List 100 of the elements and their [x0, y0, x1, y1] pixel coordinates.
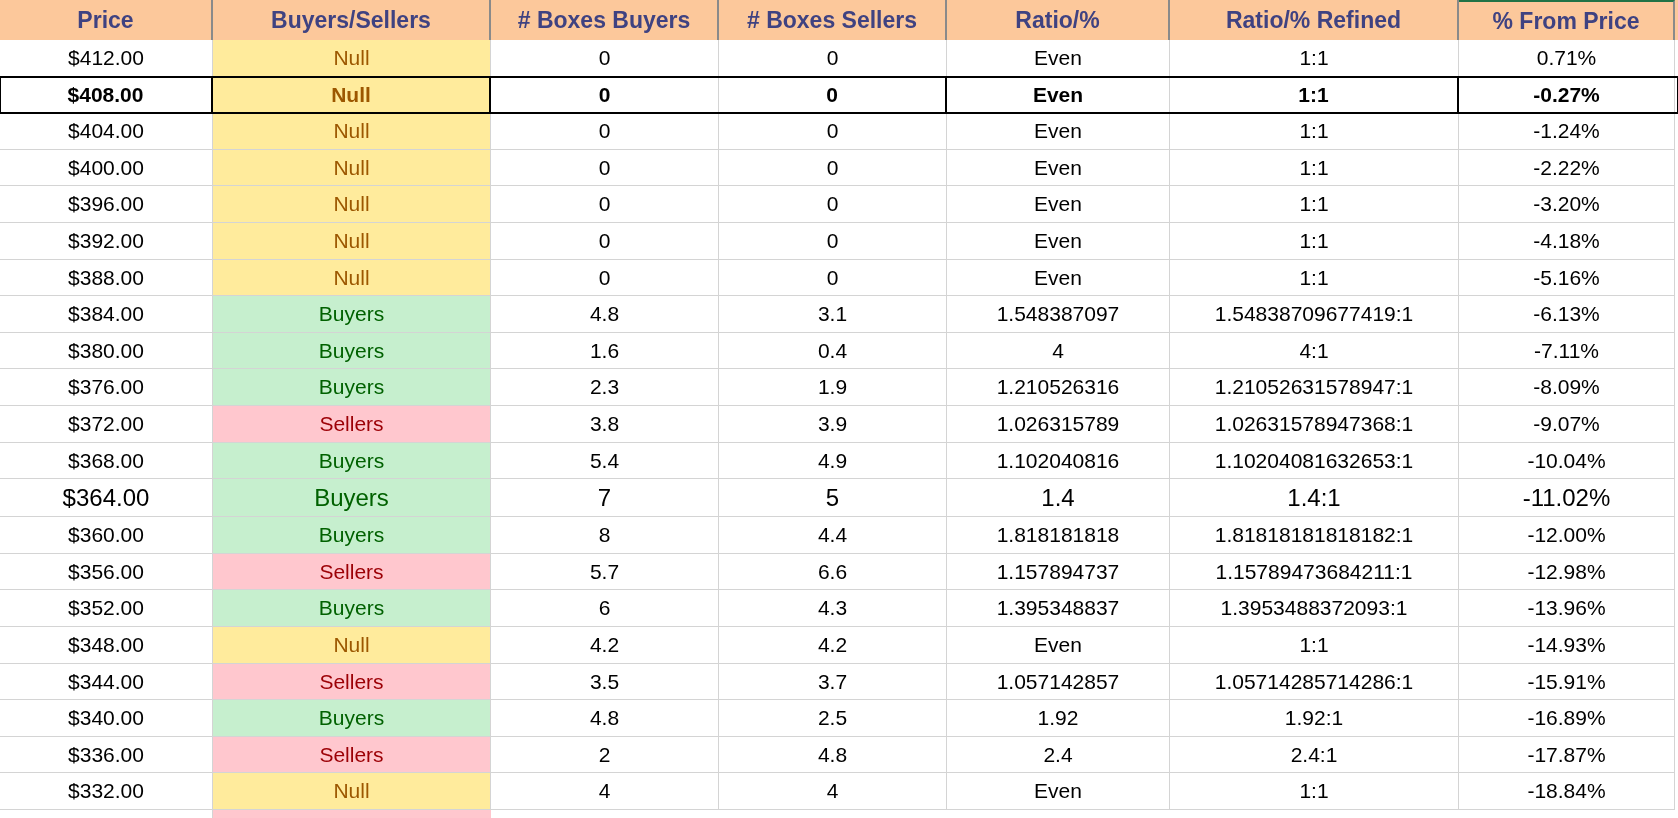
table-cell: -9.07% [1459, 405, 1675, 443]
table-cell: 1:1 [1170, 76, 1459, 114]
table-cell: Buyers [213, 442, 491, 480]
table-cell: Null [213, 259, 491, 297]
table-cell: 4.2 [719, 626, 947, 664]
table-cell: 4 [947, 332, 1170, 370]
table-cell: -16.89% [1459, 700, 1675, 737]
table-cell: 1.3953488372093:1 [1170, 590, 1459, 627]
table-cell: -14.93% [1459, 626, 1675, 664]
table-cell: 1.81818181818182:1 [1170, 517, 1459, 554]
table-cell: 0 [719, 113, 947, 150]
table-cell: 1.548387097 [947, 296, 1170, 333]
table-cell: 5 [719, 479, 947, 518]
table-cell: 0.4 [719, 332, 947, 370]
table-cell: Even [947, 626, 1170, 664]
table-cell: 1.92:1 [1170, 700, 1459, 737]
table-cell: -6.13% [1459, 296, 1675, 333]
table-cell: 1:1 [1170, 40, 1459, 77]
column-header: # Boxes Buyers [491, 0, 719, 40]
table-cell: 4.8 [491, 296, 719, 333]
table-cell: -2.22% [1459, 149, 1675, 187]
table-cell: Sellers [213, 736, 491, 774]
table-cell: Buyers [213, 332, 491, 370]
table-cell: 1.54838709677419:1 [1170, 296, 1459, 333]
table-cell: 4 [719, 773, 947, 810]
table-cell: Null [213, 149, 491, 187]
table-cell: Sellers [213, 663, 491, 701]
table-cell: 6.6 [719, 553, 947, 591]
table-cell: -8.09% [1459, 369, 1675, 406]
table-cell: -7.11% [1459, 332, 1675, 370]
table-cell: -4.18% [1459, 222, 1675, 260]
table-cell: 8 [491, 517, 719, 554]
table-cell: 1.818181818 [947, 517, 1170, 554]
table-cell: 6 [491, 590, 719, 627]
table-cell: 0 [491, 259, 719, 297]
table-cell: 1.210526316 [947, 369, 1170, 406]
table-cell: 1.05714285714286:1 [1170, 663, 1459, 701]
table-cell: Null [213, 186, 491, 223]
table-cell: Sellers [213, 405, 491, 443]
table-cell: 4.3 [719, 590, 947, 627]
table-cell: 1.02631578947368:1 [1170, 405, 1459, 443]
table-cell: 1:1 [1170, 149, 1459, 187]
table-cell: 0 [491, 149, 719, 187]
table-cell: 2.4 [947, 736, 1170, 774]
table-cell: Even [947, 222, 1170, 260]
table-cell: 0 [491, 40, 719, 77]
table-cell: 4.8 [491, 700, 719, 737]
table-cell: -13.96% [1459, 590, 1675, 627]
table-cell: 1.4:1 [1170, 479, 1459, 518]
table-cell: 4.2 [491, 626, 719, 664]
table-cell: 2.3 [491, 369, 719, 406]
column-header: Ratio/% Refined [1170, 0, 1459, 40]
table-cell: Null [213, 773, 491, 810]
table-cell: 1:1 [1170, 186, 1459, 223]
table-cell: 1.157894737 [947, 553, 1170, 591]
table-cell: 3.5 [491, 663, 719, 701]
table-cell: Buyers [213, 517, 491, 554]
table-cell: -1.24% [1459, 113, 1675, 150]
table-cell: 1.395348837 [947, 590, 1170, 627]
table-cell: 0 [491, 186, 719, 223]
table-cell: 1.92 [947, 700, 1170, 737]
table-cell: 4.4 [719, 517, 947, 554]
table-cell: 0 [719, 259, 947, 297]
table-cell: Buyers [213, 369, 491, 406]
table-cell: 1.10204081632653:1 [1170, 442, 1459, 480]
table-cell: 4:1 [1170, 332, 1459, 370]
table-cell: Even [947, 40, 1170, 77]
table-cell: Null [213, 40, 491, 77]
table-cell: Null [213, 113, 491, 150]
table-cell: -12.98% [1459, 553, 1675, 591]
table-cell: 7 [491, 479, 719, 518]
table-cell: 5.4 [491, 442, 719, 480]
table-cell: 1.9 [719, 369, 947, 406]
table-cell: Null [213, 626, 491, 664]
table-cell: -15.91% [1459, 663, 1675, 701]
table-cell: 0 [719, 222, 947, 260]
table-cell: 2.5 [719, 700, 947, 737]
table-cell: 1.026315789 [947, 405, 1170, 443]
table-cell: -3.20% [1459, 186, 1675, 223]
table-cell: Buyers [213, 700, 491, 737]
table-cell: 3.1 [719, 296, 947, 333]
table-cell: -5.16% [1459, 259, 1675, 297]
table-cell: 1.21052631578947:1 [1170, 369, 1459, 406]
table-cell: 2 [491, 736, 719, 774]
table-cell: 0 [719, 76, 947, 114]
table-cell: -18.84% [1459, 773, 1675, 810]
table-cell: 1.6 [491, 332, 719, 370]
table-cell: -17.87% [1459, 736, 1675, 774]
table-cell: -11.02% [1459, 479, 1675, 518]
table-cell: Even [947, 76, 1170, 114]
column-header: Ratio/% [947, 0, 1170, 40]
table-cell: 1:1 [1170, 773, 1459, 810]
table-cell: Even [947, 773, 1170, 810]
table-cell: 1:1 [1170, 113, 1459, 150]
table-cell: Even [947, 113, 1170, 150]
column-header: # Boxes Sellers [719, 0, 947, 40]
table-cell: 1.057142857 [947, 663, 1170, 701]
table-cell: -10.04% [1459, 442, 1675, 480]
table-cell: Even [947, 259, 1170, 297]
table-cell: 4.9 [719, 442, 947, 480]
